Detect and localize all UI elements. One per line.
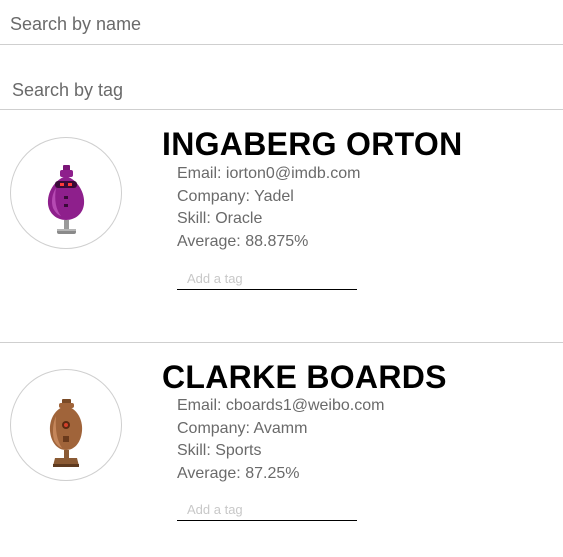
student-company: Company: Avamm (177, 419, 308, 437)
student-skill: Skill: Oracle (177, 210, 263, 227)
student-avatar (10, 137, 122, 249)
student-average: Average: 87.25% (177, 464, 300, 482)
student-card: CLARKE BOARDS Email: cboards1@weibo.com … (0, 343, 563, 557)
student-name: CLARKE BOARDS (162, 359, 447, 395)
student-skill: Skill: Sports (177, 442, 262, 459)
student-avatar (10, 369, 122, 481)
brown-robot-avatar-icon (49, 399, 83, 467)
search-by-name-input[interactable] (10, 12, 550, 36)
tag-search-row (0, 44, 563, 110)
student-email: Email: iorton0@imdb.com (177, 165, 361, 182)
add-tag-input[interactable] (177, 499, 357, 521)
add-tag-input[interactable] (177, 268, 357, 290)
name-search-row (0, 0, 563, 45)
student-card: INGABERG ORTON Email: iorton0@imdb.com C… (0, 110, 563, 343)
student-name: INGABERG ORTON (162, 126, 463, 162)
student-average: Average: 88.875% (177, 232, 309, 250)
purple-robot-avatar-icon (47, 165, 85, 234)
search-by-tag-input[interactable] (12, 78, 552, 102)
student-company: Company: Yadel (177, 187, 294, 205)
student-email: Email: cboards1@weibo.com (177, 397, 385, 414)
student-details: Email: cboards1@weibo.com Company: Avamm… (177, 395, 384, 485)
student-details: Email: iorton0@imdb.com Company: Yadel S… (177, 163, 360, 253)
